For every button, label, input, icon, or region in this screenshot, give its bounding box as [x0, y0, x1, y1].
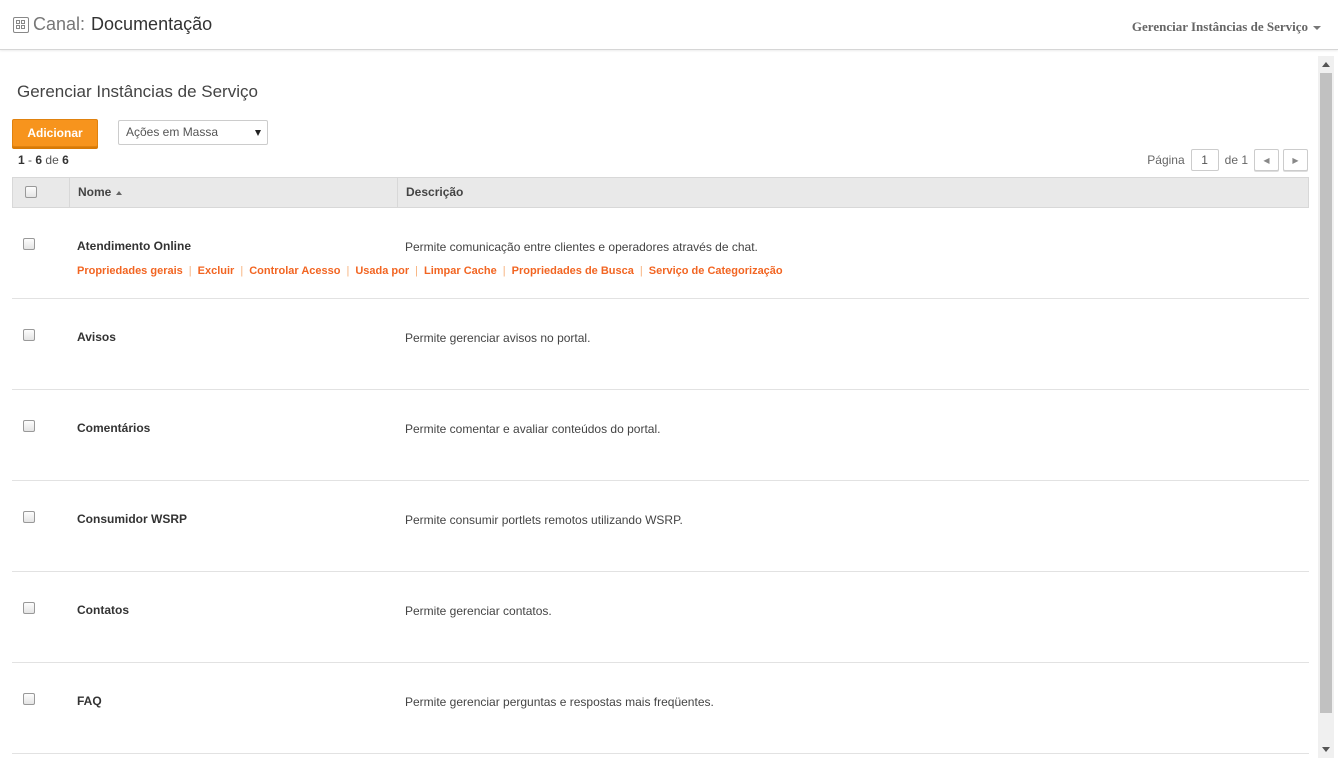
table-header: Nome Descrição [12, 177, 1309, 208]
table-row: Consumidor WSRP Permite consumir portlet… [12, 481, 1309, 572]
action-propriedades-gerais[interactable]: Propriedades gerais [77, 265, 183, 277]
row-name: Contatos [77, 603, 129, 617]
action-servico-de-categorizacao[interactable]: Serviço de Categorização [649, 265, 783, 277]
row-checkbox[interactable] [23, 693, 35, 705]
manage-instances-menu[interactable]: Gerenciar Instâncias de Serviço [1132, 19, 1321, 35]
table-row: FAQ Permite gerenciar perguntas e respos… [12, 663, 1309, 754]
row-name: FAQ [77, 694, 102, 708]
page-number-input[interactable]: 1 [1190, 149, 1219, 171]
manage-instances-label: Gerenciar Instâncias de Serviço [1131, 19, 1308, 34]
vertical-scrollbar[interactable] [1318, 56, 1334, 758]
table-row: Comentários Permite comentar e avaliar c… [12, 390, 1309, 481]
action-usada-por[interactable]: Usada por [355, 265, 409, 277]
table-row: Avisos Permite gerenciar avisos no porta… [12, 299, 1309, 390]
result-count: 1 - 6 de 6 [18, 153, 69, 167]
scroll-up-icon[interactable] [1322, 62, 1330, 67]
row-description: Permite gerenciar perguntas e respostas … [405, 695, 714, 709]
column-header-name[interactable]: Nome [70, 178, 398, 207]
select-all-checkbox[interactable] [25, 186, 37, 198]
row-checkbox[interactable] [23, 329, 35, 341]
top-header: Canal: Documentação Gerenciar Instâncias… [0, 0, 1338, 50]
page-title: Gerenciar Instâncias de Serviço [17, 82, 258, 101]
column-name-label: Nome [78, 185, 112, 199]
page-context-title: Documentação [91, 14, 213, 34]
bulk-actions-select[interactable]: Ações em Massa [118, 120, 268, 145]
pagination: Página 1 de 1 ◀ ▶ [1147, 149, 1308, 171]
row-name: Atendimento Online [77, 239, 191, 253]
row-name: Comentários [77, 421, 151, 435]
table-row: Atendimento Online Permite comunicação e… [12, 208, 1309, 299]
chevron-left-icon: ◀ [1263, 155, 1270, 165]
canal-label: Canal [33, 14, 81, 34]
row-checkbox[interactable] [23, 511, 35, 523]
row-checkbox[interactable] [23, 420, 35, 432]
row-description: Permite consumir portlets remotos utiliz… [405, 513, 683, 527]
action-controlar-acesso[interactable]: Controlar Acesso [249, 265, 340, 277]
scrollbar-thumb[interactable] [1320, 73, 1332, 713]
chevron-down-icon [1313, 26, 1321, 31]
select-all-cell [13, 178, 70, 207]
page-of-label: de 1 [1224, 153, 1248, 167]
table-row: Contatos Permite gerenciar contatos. [12, 572, 1309, 663]
main-panel: Gerenciar Instâncias de Serviço Adiciona… [4, 56, 1318, 758]
action-limpar-cache[interactable]: Limpar Cache [424, 265, 497, 277]
prev-page-button[interactable]: ◀ [1254, 149, 1279, 171]
grid-icon [13, 16, 29, 33]
row-checkbox[interactable] [23, 602, 35, 614]
canal-separator: : [80, 14, 86, 34]
row-description: Permite gerenciar avisos no portal. [405, 331, 591, 345]
row-checkbox[interactable] [23, 238, 35, 250]
page-label: Página [1147, 153, 1185, 167]
row-name: Avisos [77, 330, 116, 344]
column-header-description: Descrição [398, 178, 463, 207]
row-name: Consumidor WSRP [77, 512, 187, 526]
action-excluir[interactable]: Excluir [198, 265, 235, 277]
sort-ascending-icon [116, 190, 123, 195]
add-button[interactable]: Adicionar [12, 119, 98, 147]
scroll-down-icon[interactable] [1322, 747, 1330, 752]
count-total: 6 [62, 153, 69, 167]
action-propriedades-de-busca[interactable]: Propriedades de Busca [512, 265, 634, 277]
count-start: 1 [18, 153, 25, 167]
next-page-button[interactable]: ▶ [1283, 149, 1308, 171]
header-title: Canal: Documentação [13, 14, 212, 35]
count-end: 6 [35, 153, 43, 167]
chevron-right-icon: ▶ [1292, 155, 1299, 165]
row-actions: Propriedades gerais | Excluir | Controlar … [77, 265, 783, 277]
row-description: Permite gerenciar contatos. [405, 604, 552, 618]
row-description: Permite comentar e avaliar conteúdos do … [405, 422, 661, 436]
row-description: Permite comunicação entre clientes e ope… [405, 240, 758, 254]
count-of: de [45, 153, 59, 167]
column-description-label: Descrição [406, 185, 464, 199]
count-dash: - [28, 153, 33, 167]
bulk-actions-label: Ações em Massa [126, 125, 219, 139]
dropdown-arrow-icon [255, 130, 261, 136]
